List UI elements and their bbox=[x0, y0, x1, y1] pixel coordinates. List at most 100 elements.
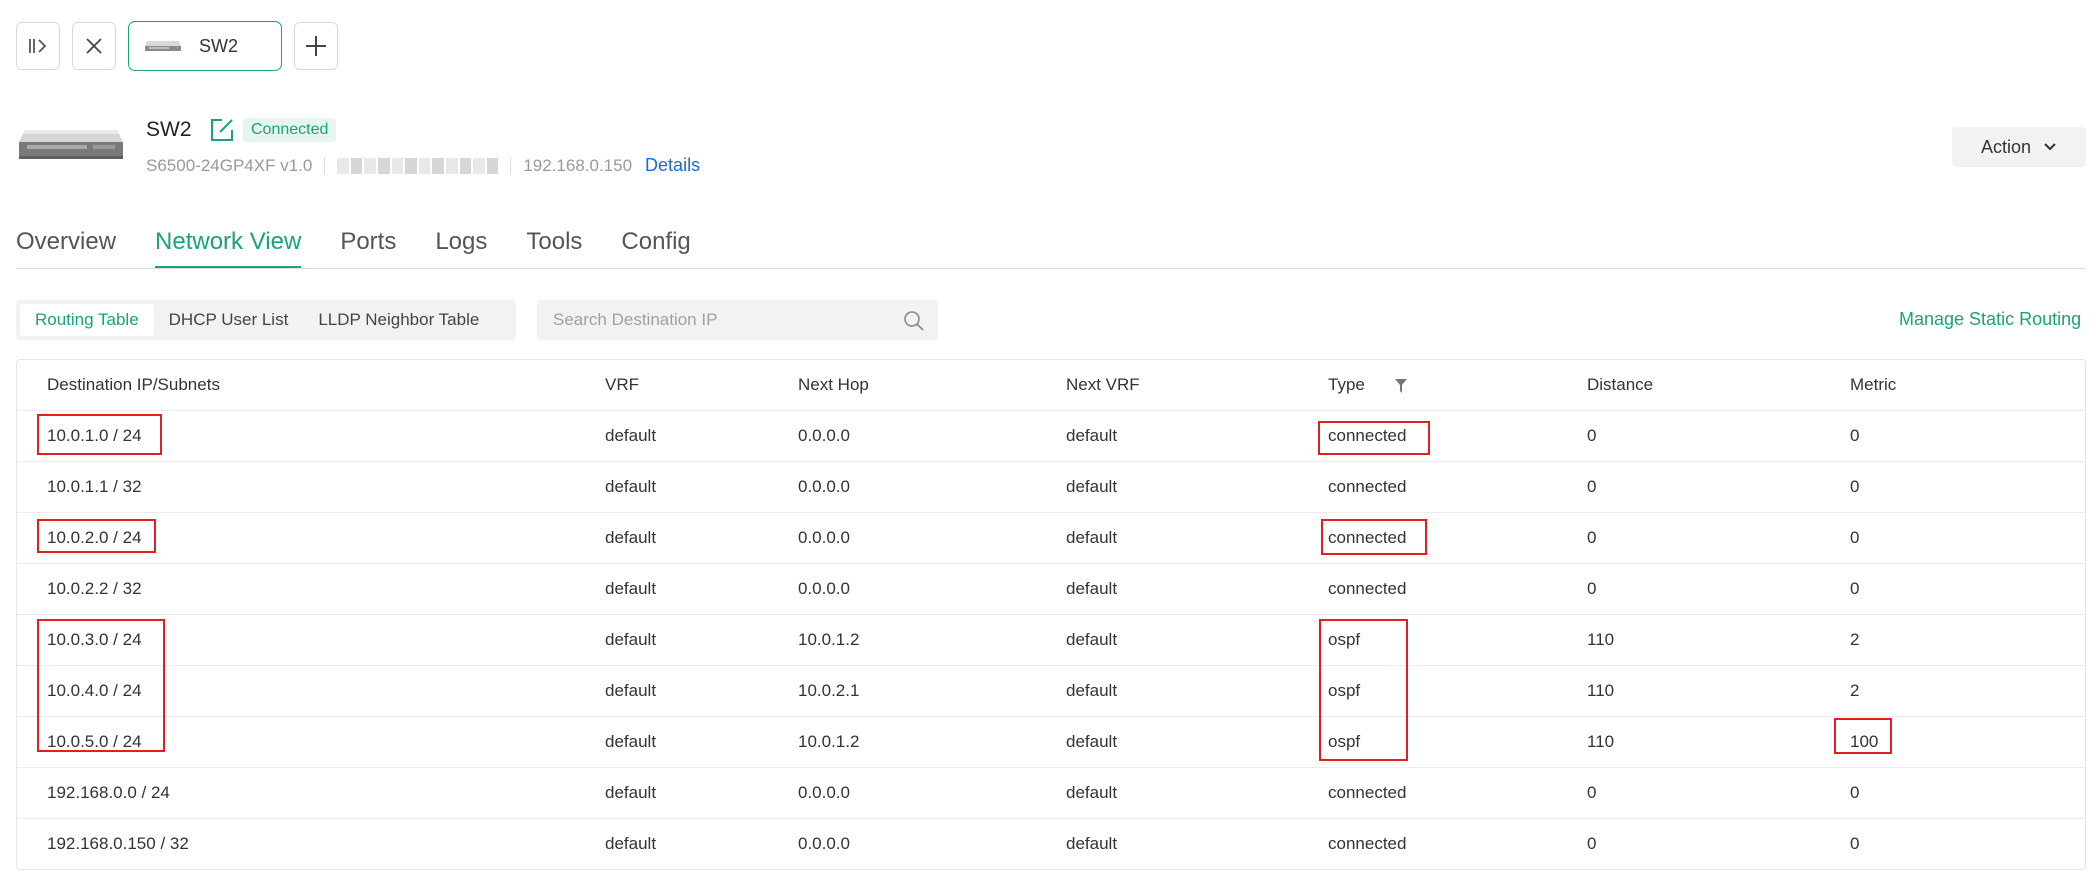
tab-config[interactable]: Config bbox=[621, 228, 690, 269]
table-header: Destination IP/Subnets VRF Next Hop Next… bbox=[17, 360, 2085, 411]
device-info-line: S6500-24GP4XF v1.0 192.168.0.150 Details bbox=[146, 155, 700, 176]
cell-next-hop: 0.0.0.0 bbox=[798, 834, 850, 853]
action-button[interactable]: Action bbox=[1952, 127, 2086, 167]
table-body: 10.0.1.0 / 24 default 0.0.0.0 default connec… bbox=[17, 411, 2085, 869]
sub-tabs: Routing Table DHCP User List LLDP Neighb… bbox=[16, 300, 516, 340]
cell-distance: 110 bbox=[1587, 630, 1615, 649]
cell-vrf: default bbox=[605, 477, 657, 496]
mac-address-redacted bbox=[337, 157, 499, 174]
cell-destination: 10.0.3.0 / 24 bbox=[47, 630, 142, 649]
cell-distance: 0 bbox=[1587, 834, 1597, 853]
add-tab-button[interactable] bbox=[294, 22, 338, 70]
device-tab-label: SW2 bbox=[199, 35, 239, 56]
cell-next-vrf: default bbox=[1066, 681, 1118, 700]
cell-metric: 0 bbox=[1850, 426, 1860, 445]
edit-icon[interactable] bbox=[209, 117, 235, 143]
cell-type: connected bbox=[1328, 783, 1407, 802]
cell-vrf: default bbox=[605, 783, 657, 802]
col-vrf[interactable]: VRF bbox=[605, 375, 639, 395]
table-row: 192.168.0.150 / 32 default 0.0.0.0 default c… bbox=[17, 819, 2085, 869]
cell-type: connected bbox=[1328, 834, 1407, 853]
table-row: 10.0.5.0 / 24 default 10.0.1.2 default ospf 1… bbox=[17, 717, 2085, 768]
cell-next-hop: 10.0.1.2 bbox=[798, 732, 860, 751]
manage-static-routing-link[interactable]: Manage Static Routing bbox=[1899, 309, 2081, 330]
cell-distance: 0 bbox=[1587, 579, 1597, 598]
device-tab-sw2[interactable]: SW2 bbox=[128, 21, 282, 71]
col-type-label: Type bbox=[1328, 375, 1365, 394]
cell-metric: 0 bbox=[1850, 834, 1860, 853]
cell-vrf: default bbox=[605, 579, 657, 598]
cell-type: connected bbox=[1328, 477, 1407, 496]
cell-metric: 2 bbox=[1850, 681, 1860, 700]
plus-icon bbox=[306, 36, 326, 56]
cell-type: connected bbox=[1328, 528, 1407, 547]
col-next-vrf[interactable]: Next VRF bbox=[1066, 375, 1140, 395]
subtab-lldp-neighbor-table[interactable]: LLDP Neighbor Table bbox=[303, 304, 494, 336]
table-row: 10.0.3.0 / 24 default 10.0.1.2 default ospf 1… bbox=[17, 615, 2085, 666]
close-tab-button[interactable] bbox=[72, 22, 116, 70]
col-distance[interactable]: Distance bbox=[1587, 375, 1653, 395]
tabs-divider bbox=[16, 268, 2086, 269]
subtab-dhcp-user-list[interactable]: DHCP User List bbox=[154, 304, 304, 336]
col-destination[interactable]: Destination IP/Subnets bbox=[47, 375, 220, 395]
cell-next-hop: 0.0.0.0 bbox=[798, 579, 850, 598]
cell-distance: 0 bbox=[1587, 783, 1597, 802]
chevron-down-icon bbox=[2044, 143, 2056, 151]
cell-destination: 10.0.2.2 / 32 bbox=[47, 579, 142, 598]
subtab-routing-table[interactable]: Routing Table bbox=[20, 304, 154, 336]
search-destination-input[interactable] bbox=[537, 300, 938, 340]
tab-ports[interactable]: Ports bbox=[340, 228, 396, 269]
table-row: 10.0.1.1 / 32 default 0.0.0.0 default connec… bbox=[17, 462, 2085, 513]
col-metric[interactable]: Metric bbox=[1850, 375, 1896, 395]
cell-type: ospf bbox=[1328, 681, 1361, 700]
cell-metric: 0 bbox=[1850, 528, 1860, 547]
cell-metric: 0 bbox=[1850, 579, 1860, 598]
divider bbox=[510, 156, 512, 175]
cell-metric: 2 bbox=[1850, 630, 1860, 649]
cell-vrf: default bbox=[605, 834, 657, 853]
cell-type: connected bbox=[1328, 579, 1407, 598]
col-type[interactable]: Type bbox=[1328, 375, 1408, 395]
cell-next-hop: 0.0.0.0 bbox=[798, 528, 850, 547]
search-icon[interactable] bbox=[903, 310, 925, 332]
tab-network-view[interactable]: Network View bbox=[155, 228, 302, 269]
col-next-hop[interactable]: Next Hop bbox=[798, 375, 869, 395]
cell-type: connected bbox=[1328, 426, 1407, 445]
cell-next-hop: 10.0.2.1 bbox=[798, 681, 860, 700]
filter-icon[interactable] bbox=[1394, 378, 1408, 394]
switch-device-image bbox=[19, 130, 123, 159]
table-row: 10.0.2.2 / 32 default 0.0.0.0 default connec… bbox=[17, 564, 2085, 615]
cell-distance: 0 bbox=[1587, 477, 1597, 496]
cell-destination: 10.0.1.1 / 32 bbox=[47, 477, 142, 496]
cell-destination: 192.168.0.150 / 32 bbox=[47, 834, 189, 853]
cell-next-vrf: default bbox=[1066, 528, 1118, 547]
cell-next-vrf: default bbox=[1066, 579, 1118, 598]
close-icon bbox=[86, 38, 102, 54]
cell-destination: 10.0.5.0 / 24 bbox=[47, 732, 142, 751]
cell-next-hop: 0.0.0.0 bbox=[798, 426, 850, 445]
details-link[interactable]: Details bbox=[645, 155, 700, 176]
cell-metric: 100 bbox=[1850, 732, 1879, 751]
cell-next-vrf: default bbox=[1066, 477, 1118, 496]
tab-tools[interactable]: Tools bbox=[526, 228, 582, 269]
status-badge: Connected bbox=[243, 118, 337, 142]
tab-overview[interactable]: Overview bbox=[16, 228, 116, 269]
cell-destination: 192.168.0.0 / 24 bbox=[47, 783, 170, 802]
tab-logs[interactable]: Logs bbox=[435, 228, 487, 269]
cell-next-vrf: default bbox=[1066, 783, 1118, 802]
cell-distance: 0 bbox=[1587, 528, 1597, 547]
cell-next-hop: 0.0.0.0 bbox=[798, 477, 850, 496]
cell-next-vrf: default bbox=[1066, 732, 1118, 751]
cell-destination: 10.0.1.0 / 24 bbox=[47, 426, 142, 445]
cell-distance: 110 bbox=[1587, 732, 1615, 751]
expand-sidebar-button[interactable] bbox=[16, 22, 60, 70]
table-row: 10.0.2.0 / 24 default 0.0.0.0 default connec… bbox=[17, 513, 2085, 564]
routing-table: Destination IP/Subnets VRF Next Hop Next… bbox=[16, 359, 2086, 870]
cell-next-vrf: default bbox=[1066, 630, 1118, 649]
table-row: 10.0.4.0 / 24 default 10.0.2.1 default ospf 1… bbox=[17, 666, 2085, 717]
table-row: 10.0.1.0 / 24 default 0.0.0.0 default connec… bbox=[17, 411, 2085, 462]
cell-destination: 10.0.4.0 / 24 bbox=[47, 681, 142, 700]
device-ip: 192.168.0.150 bbox=[523, 155, 633, 175]
cell-destination: 10.0.2.0 / 24 bbox=[47, 528, 142, 547]
cell-type: ospf bbox=[1328, 630, 1361, 649]
